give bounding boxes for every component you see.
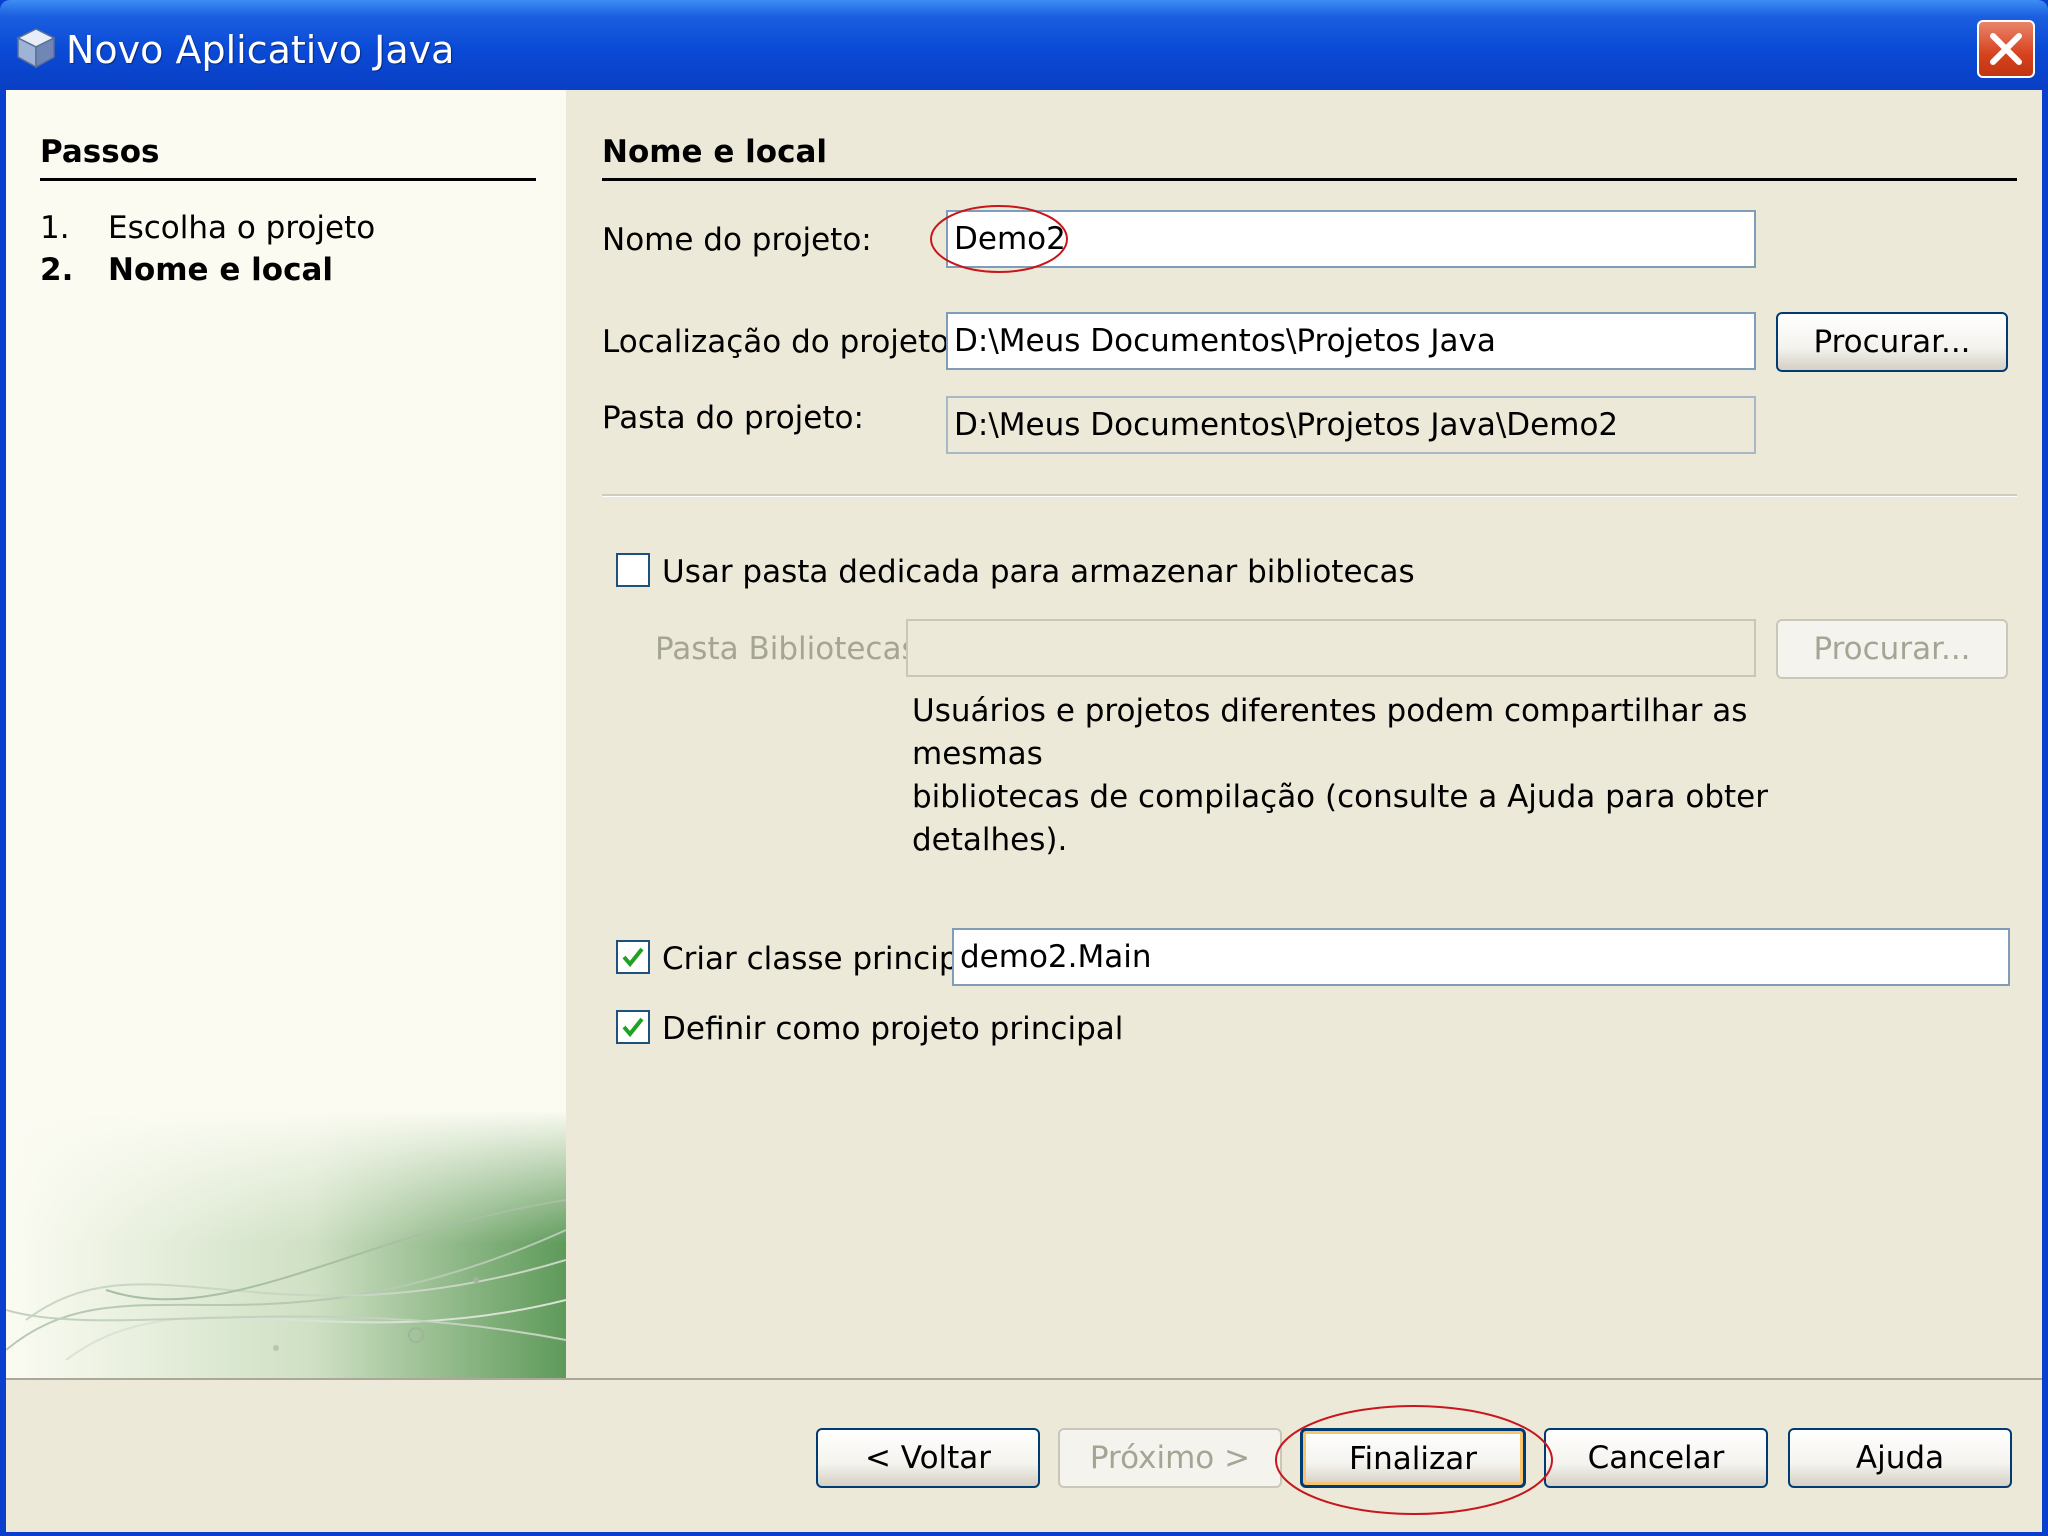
- step-item: 1. Escolha o projeto: [40, 210, 375, 246]
- help-line: bibliotecas de compilação (consulte a Aj…: [912, 779, 1768, 815]
- help-line: detalhes).: [912, 822, 1068, 858]
- project-folder-field: D:\Meus Documentos\Projetos Java\Demo2: [946, 396, 1756, 454]
- steps-panel: Passos 1. Escolha o projeto 2. Nome e loca…: [6, 90, 566, 1378]
- title-bar[interactable]: Novo Aplicativo Java: [0, 0, 2048, 90]
- create-main-class-checkbox[interactable]: [616, 940, 650, 974]
- finish-button[interactable]: Finalizar: [1300, 1428, 1526, 1488]
- step-number: 1.: [40, 210, 70, 246]
- libs-folder-label: Pasta Bibliotecas:: [655, 631, 929, 667]
- step-label: Escolha o projeto: [108, 210, 376, 246]
- project-location-input[interactable]: D:\Meus Documentos\Projetos Java: [946, 312, 1756, 370]
- dialog-window: Novo Aplicativo Java Passos 1. Escolha o …: [0, 0, 2048, 1536]
- dedicated-libs-checkbox[interactable]: [616, 553, 650, 587]
- project-name-input[interactable]: Demo2: [946, 210, 1756, 268]
- project-location-label: Localização do projeto:: [602, 324, 960, 360]
- step-item-current: 2. Nome e local: [40, 252, 333, 288]
- dialog-body: Passos 1. Escolha o projeto 2. Nome e loca…: [6, 90, 2042, 1532]
- project-folder-label: Pasta do projeto:: [602, 400, 864, 436]
- step-number: 2.: [40, 252, 74, 288]
- separator: [602, 494, 2017, 497]
- dedicated-libs-label[interactable]: Usar pasta dedicada para armazenar bibli…: [662, 554, 1415, 590]
- button-bar: < Voltar Próximo > Finalizar Cancelar Aj…: [6, 1378, 2042, 1532]
- step-label: Nome e local: [108, 252, 334, 288]
- checkmark-icon: [622, 947, 644, 968]
- libs-folder-input: [906, 619, 1756, 677]
- set-main-project-label[interactable]: Definir como projeto principal: [662, 1011, 1123, 1047]
- main-class-input[interactable]: demo2.Main: [952, 928, 2010, 986]
- cancel-button[interactable]: Cancelar: [1544, 1428, 1768, 1488]
- browse-libs-button: Procurar...: [1776, 619, 2008, 679]
- section-heading: Nome e local: [602, 134, 2017, 181]
- help-button[interactable]: Ajuda: [1788, 1428, 2012, 1488]
- java-cube-icon: [14, 26, 58, 70]
- next-button: Próximo >: [1058, 1428, 1282, 1488]
- browse-location-button[interactable]: Procurar...: [1776, 312, 2008, 372]
- close-button[interactable]: [1977, 20, 2035, 78]
- create-main-class-label[interactable]: Criar classe principal: [662, 941, 986, 977]
- decorative-swirl-image: [6, 1110, 566, 1378]
- close-icon: [1990, 33, 2022, 65]
- help-line: Usuários e projetos diferentes podem com…: [912, 693, 1748, 772]
- set-main-project-checkbox[interactable]: [616, 1010, 650, 1044]
- content-panel: Nome e local Nome do projeto: Demo2 Loca…: [566, 90, 2042, 1378]
- libs-help-text: Usuários e projetos diferentes podem com…: [912, 690, 1792, 862]
- steps-heading: Passos: [40, 134, 536, 181]
- back-button[interactable]: < Voltar: [816, 1428, 1040, 1488]
- project-name-label: Nome do projeto:: [602, 222, 872, 258]
- checkmark-icon: [622, 1017, 644, 1038]
- window-title: Novo Aplicativo Java: [66, 28, 455, 72]
